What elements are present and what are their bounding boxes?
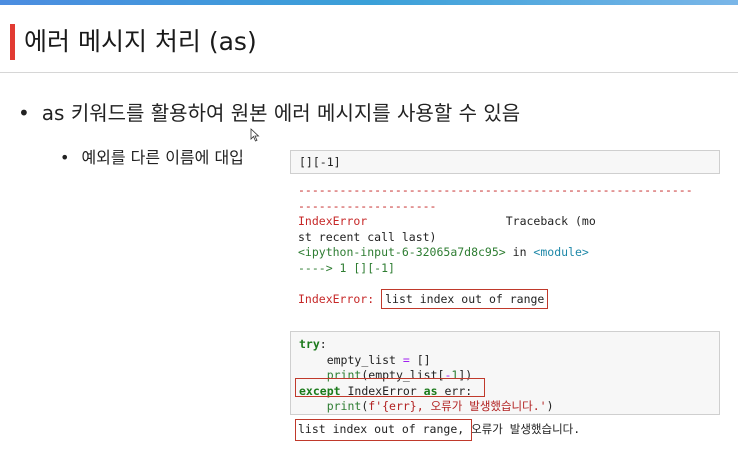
mouse-pointer-icon [250, 128, 260, 142]
bullet-main-text: as 키워드를 활용하여 원본 에러 메시지를 사용할 수 있음 [41, 101, 521, 125]
bullet-dot: • [18, 101, 30, 125]
output-rest-text: 오류가 발생했습니다. [464, 422, 581, 436]
traceback-error-name: IndexError [298, 214, 368, 228]
code-line-1: try: [299, 337, 327, 351]
code-line-2: empty_list = [] [326, 352, 431, 367]
code-line-5: print(f'{err}, 오류가 발생했습니다.') [326, 399, 554, 413]
slide-title: 에러 메시지 처리 (as) [24, 27, 257, 56]
code-cell-input-1[interactable]: [][-1] [290, 150, 720, 174]
traceback-dashes-2: -------------------- [298, 198, 437, 213]
var-empty-list: empty_list [326, 352, 396, 367]
bullet-sub: • 예외를 다른 이름에 대입 [60, 146, 244, 170]
traceback-final-message: list index out of range [381, 288, 549, 309]
bullet-sub-text: 예외를 다른 이름에 대입 [81, 148, 244, 167]
code-cell-input-2[interactable]: try: empty_list = [] print(empty_list[-1… [290, 331, 720, 415]
bullet-main: • as 키워드를 활용하여 원본 에러 메시지를 사용할 수 있음 [18, 98, 520, 128]
traceback-label: Traceback (mo [505, 214, 596, 228]
title-divider [0, 72, 738, 73]
traceback-dashes-1: ----------------------------------------… [298, 183, 693, 197]
traceback-input-ref-line: <ipython-input-6-32065a7d8c95> in <modul… [298, 245, 718, 261]
traceback-cont: st recent call last) [298, 229, 437, 244]
bullet-dot: • [60, 148, 70, 167]
top-accent-bar [0, 0, 738, 5]
traceback-in-word: in [505, 245, 534, 259]
traceback-final-type: IndexError: [298, 291, 375, 306]
traceback-module-ref: <module> [533, 245, 589, 259]
traceback-output: ----------------------------------------… [298, 183, 718, 309]
traceback-input-ref: <ipython-input-6-32065a7d8c95> [298, 245, 506, 259]
output-highlight-box [295, 419, 472, 441]
fstring: f'{err}, 오류가 발생했습니다.' [368, 399, 547, 413]
cell1-code: [][-1] [299, 155, 341, 169]
except-highlight-box [295, 378, 485, 397]
kw-try: try [299, 337, 320, 351]
traceback-header: IndexError Traceback (mo [298, 214, 718, 230]
traceback-arrow-line: ----> 1 [][-1] [298, 260, 395, 275]
func-print-2: print [326, 399, 362, 413]
traceback-final-line: IndexError: list index out of range [298, 288, 718, 309]
title-accent-mark [10, 24, 15, 60]
